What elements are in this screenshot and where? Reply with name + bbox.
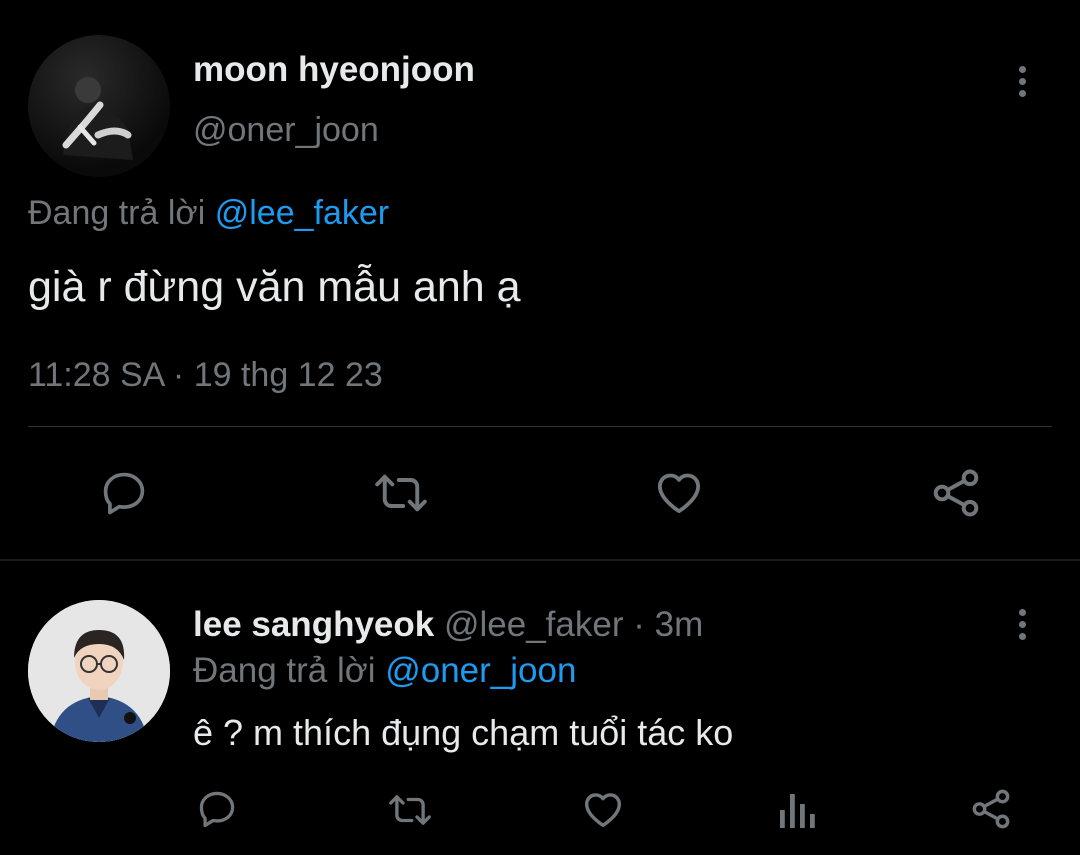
timestamp[interactable]: 11:28 SA · 19 thg 12 23 — [28, 354, 383, 396]
analytics-icon[interactable] — [778, 788, 818, 830]
like-icon[interactable] — [652, 465, 706, 519]
replying-to-link[interactable]: @lee_faker — [215, 194, 389, 232]
retweet-icon[interactable] — [370, 467, 432, 519]
divider — [28, 426, 1052, 427]
handle[interactable]: @lee_faker — [444, 605, 624, 644]
avatar-photo — [28, 600, 170, 742]
more-options-icon[interactable] — [1015, 609, 1029, 640]
avatar[interactable] — [28, 600, 170, 742]
tweet-text: ê ? m thích đụng chạm tuổi tác ko — [193, 712, 734, 753]
reply-header: lee sanghyeok @lee_faker · 3m — [193, 604, 703, 646]
retweet-icon[interactable] — [384, 789, 436, 831]
replying-to-line: Đang trả lời @oner_joon — [193, 650, 576, 692]
replying-to-line: Đang trả lời @lee_faker — [28, 192, 389, 234]
avatar-photo — [62, 77, 133, 160]
replying-to-link[interactable]: @oner_joon — [385, 651, 576, 690]
comment-icon[interactable] — [195, 787, 239, 831]
tweet-age: 3m — [654, 605, 704, 644]
section-divider — [0, 559, 1080, 561]
separator: · — [633, 605, 645, 644]
share-icon[interactable] — [968, 786, 1014, 832]
handle[interactable]: @oner_joon — [193, 110, 379, 150]
comment-icon[interactable] — [98, 467, 150, 519]
tweet-text: già r đừng văn mẫu anh ạ — [28, 263, 521, 311]
display-name[interactable]: moon hyeonjoon — [193, 50, 475, 90]
like-icon[interactable] — [580, 786, 626, 832]
share-icon[interactable] — [928, 465, 984, 521]
more-options-icon[interactable] — [1015, 66, 1029, 97]
avatar[interactable] — [28, 35, 170, 177]
replying-prefix: Đang trả lời — [28, 194, 206, 232]
display-name[interactable]: lee sanghyeok — [193, 605, 434, 644]
replying-prefix: Đang trả lời — [193, 651, 376, 690]
